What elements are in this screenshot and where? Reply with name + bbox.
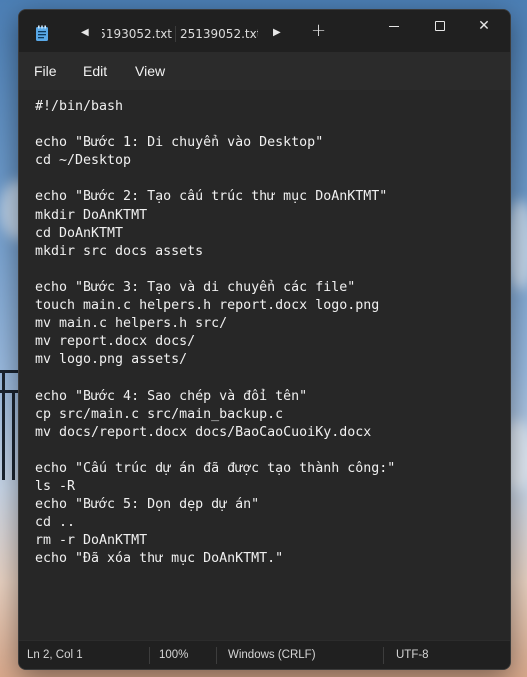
maximize-button[interactable] — [418, 10, 462, 42]
text-editor[interactable]: #!/bin/bash echo "Bước 1: Di chuyển vào … — [19, 90, 510, 642]
tab-label: 25139052.txt — [180, 27, 258, 41]
menu-file[interactable]: File — [34, 63, 57, 79]
close-button[interactable]: ✕ — [462, 10, 506, 42]
status-divider — [383, 647, 384, 664]
cursor-position: Ln 2, Col 1 — [27, 649, 83, 661]
close-icon: ✕ — [478, 18, 490, 34]
tab-scroll-right-icon[interactable]: ▶ — [273, 27, 281, 39]
line-ending[interactable]: Windows (CRLF) — [228, 649, 316, 662]
menu-edit[interactable]: Edit — [83, 63, 107, 79]
zoom-level[interactable]: 100% — [159, 649, 188, 662]
minimize-button[interactable] — [372, 10, 416, 42]
editor-content[interactable]: #!/bin/bash echo "Bước 1: Di chuyển vào … — [35, 98, 395, 568]
minimize-icon — [389, 25, 399, 27]
tab-file-1[interactable]: 25193052.txt — [102, 27, 172, 41]
tab-divider — [175, 26, 176, 42]
tab-file-2[interactable]: 25139052.txt — [180, 27, 258, 41]
notepad-icon — [36, 25, 48, 41]
menu-view[interactable]: View — [135, 63, 165, 79]
tab-scroll-left-icon[interactable]: ◀ — [81, 27, 89, 39]
encoding[interactable]: UTF-8 — [396, 649, 429, 662]
status-divider — [216, 647, 217, 664]
status-bar: Ln 2, Col 1 100% Windows (CRLF) UTF-8 — [19, 640, 510, 669]
tab-label: 25193052.txt — [102, 27, 172, 41]
menu-bar: File Edit View — [19, 52, 510, 116]
new-tab-button[interactable]: + — [311, 22, 326, 40]
notepad-window: ◀ 25193052.txt 25139052.txt ▶ + ✕ File E… — [18, 9, 511, 670]
title-bar[interactable]: ◀ 25193052.txt 25139052.txt ▶ + ✕ — [19, 10, 510, 52]
status-divider — [149, 647, 150, 664]
maximize-icon — [435, 21, 445, 31]
